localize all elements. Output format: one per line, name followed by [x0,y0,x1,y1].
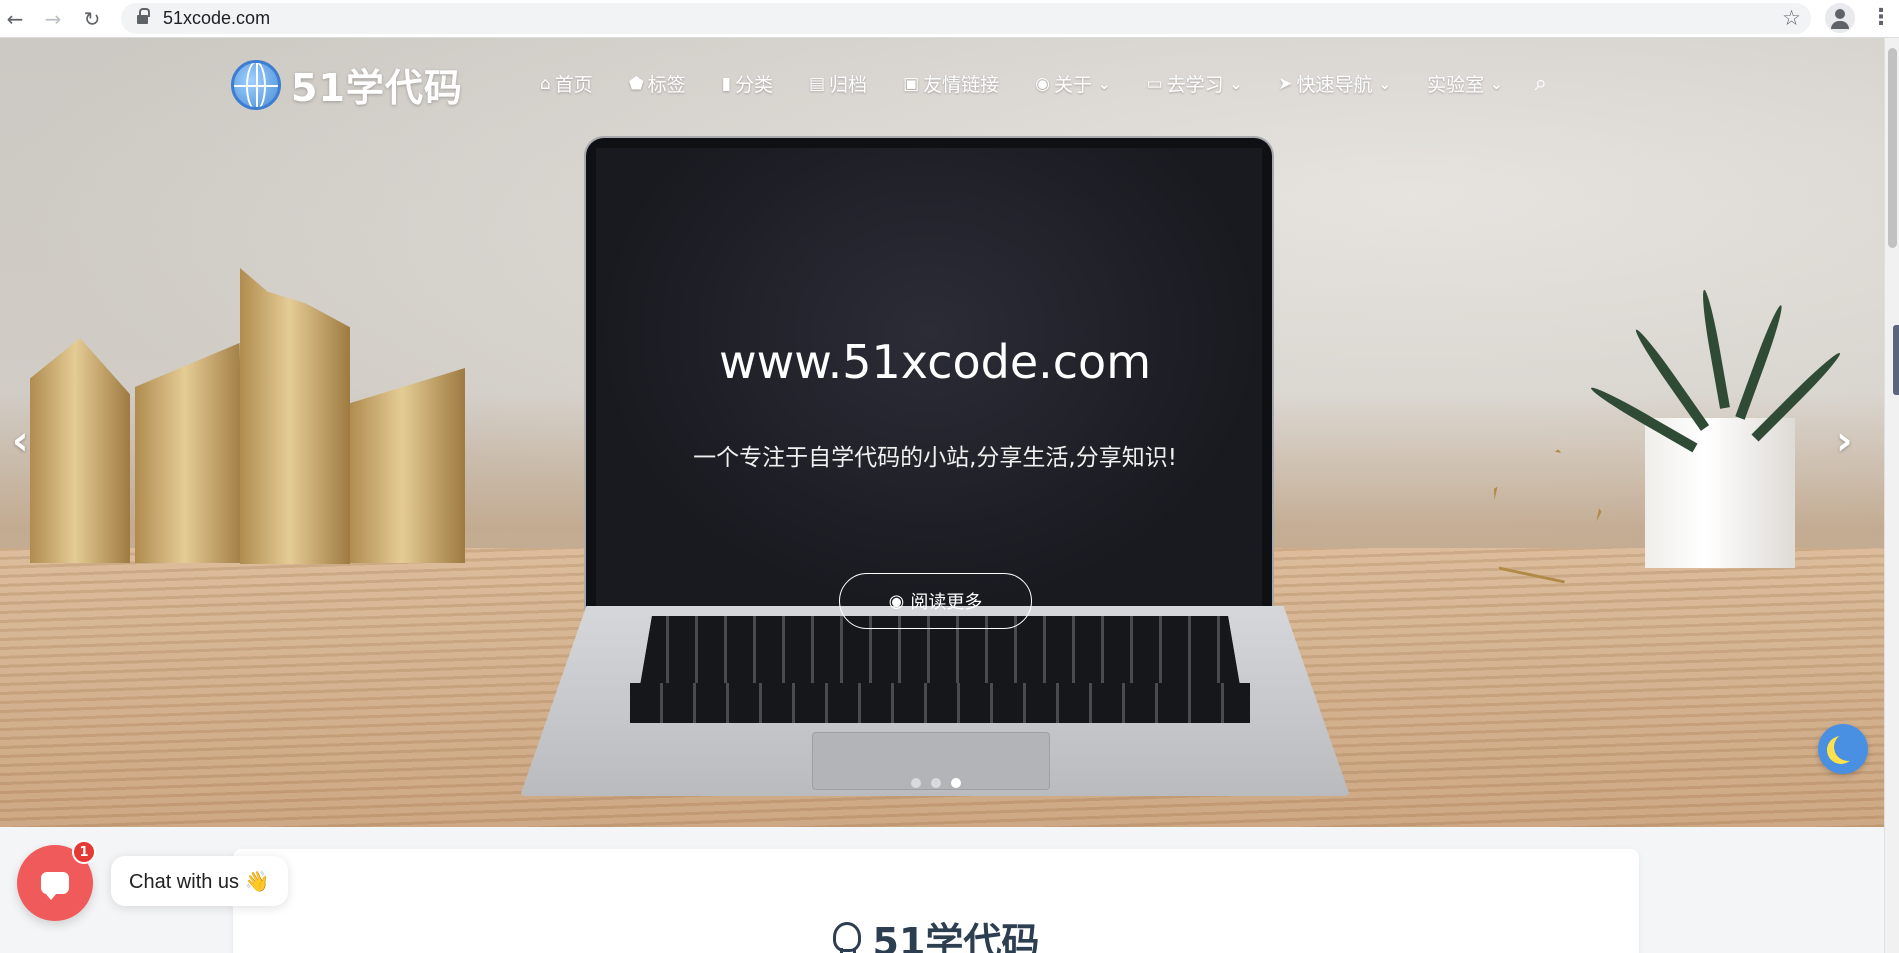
nav-item-about[interactable]: ◉ 关于 ⌄ [1035,70,1110,97]
nav-label: 标签 [647,74,686,96]
profile-body [1831,21,1849,29]
search-icon[interactable]: ⌕ [1535,71,1547,96]
nav-item-categories[interactable]: ▮ 分类 [722,70,773,97]
carousel-next-arrow-icon[interactable]: › [1836,418,1852,464]
carousel-dot[interactable] [931,778,941,788]
nav-item-home[interactable]: ⌂ 首页 [540,70,593,97]
location-arrow-icon: ➤ [1278,73,1293,94]
intro-card: 51学代码 [233,849,1639,953]
nav-label: 快速导航 [1296,74,1373,96]
chevron-down-icon: ⌄ [1490,74,1503,93]
logo-text: 51学代码 [291,66,463,110]
carousel-indicators [911,778,961,788]
carousel-dot[interactable] [911,778,921,788]
profile-avatar[interactable] [1825,3,1855,33]
bookmark-star-icon[interactable]: ☆ [1782,6,1801,30]
moon-icon [1834,733,1862,761]
eye-icon: ◉ [888,590,905,612]
dark-mode-toggle[interactable] [1818,724,1868,774]
nav-item-tags[interactable]: ⬟ 标签 [629,70,686,97]
chevron-down-icon: ⌄ [1098,74,1111,93]
side-drawer-tab[interactable] [1893,325,1899,395]
site-header: 51学代码 ⌂ 首页 ⬟ 标签 ▮ 分类 ▤ 归档 ▣ 友情链接 ◉ 关于 ⌄ ▭ 去学习 ⌄ ➤… [0,38,1884,118]
forward-button[interactable]: → [38,4,68,34]
chevron-down-icon: ⌄ [1378,74,1392,93]
read-more-button[interactable]: ◉ 阅读更多 [839,573,1032,629]
address-bar[interactable]: 51xcode.com ☆ [121,3,1811,34]
site-logo[interactable]: 51学代码 [231,57,463,112]
reload-icon: ↻ [83,7,101,31]
chat-greeting-bubble[interactable]: Chat with us 👋 [111,856,288,906]
nav-label: 首页 [554,74,593,96]
hero-subtitle: 一个专注于自学代码的小站,分享生活,分享知识! [693,445,1177,471]
contact-card-icon: ▣ [903,73,920,94]
bookmark-icon: ▮ [721,73,731,94]
forward-arrow-icon: → [44,7,62,31]
main-nav: ⌂ 首页 ⬟ 标签 ▮ 分类 ▤ 归档 ▣ 友情链接 ◉ 关于 ⌄ ▭ 去学习 ⌄ ➤ 快速导航 ⌄ … [540,70,1547,97]
page-scrollbar[interactable] [1884,38,1899,953]
back-arrow-icon: ← [6,7,24,31]
carousel-prev-arrow-icon[interactable]: ‹ [12,418,28,464]
reload-button[interactable]: ↻ [77,4,107,34]
nav-label: 关于 [1053,74,1092,96]
chevron-down-icon: ⌄ [1229,74,1243,93]
chat-bubble-icon [41,872,69,900]
nav-label: 去学习 [1166,74,1224,96]
globe-ring [246,62,266,107]
nav-item-archive[interactable]: ▤ 归档 [809,70,867,97]
tag-icon: ⬟ [628,73,644,94]
chat-unread-badge: 1 [72,840,96,864]
url-text[interactable]: 51xcode.com [163,8,270,29]
laptop-icon: ▭ [1146,73,1163,94]
archive-icon: ▤ [808,73,826,94]
home-icon: ⌂ [540,73,551,94]
browser-toolbar: ← → ↻ 51xcode.com ☆ ⋮ [0,0,1899,38]
nav-item-learn[interactable]: ▭ 去学习 ⌄ [1147,70,1243,97]
nav-label: 实验室 [1427,74,1485,96]
hero-title: www.51xcode.com [718,335,1151,389]
user-circle-icon: ◉ [1035,73,1050,94]
laptop-keyboard [630,683,1250,723]
browser-menu-icon[interactable]: ⋮ [1870,5,1892,30]
globe-logo-icon [231,59,281,110]
hero-carousel: 51学代码 ⌂ 首页 ⬟ 标签 ▮ 分类 ▤ 归档 ▣ 友情链接 ◉ 关于 ⌄ ▭ 去学习 ⌄ ➤… [0,38,1884,827]
carousel-dot-active[interactable] [951,778,961,788]
nav-item-friend-links[interactable]: ▣ 友情链接 [903,70,999,97]
card-title-text: 51学代码 [872,920,1040,953]
scrollbar-thumb[interactable] [1888,48,1897,248]
nav-label: 归档 [829,74,868,96]
nav-label: 友情链接 [923,74,1000,96]
read-more-label: 阅读更多 [910,592,983,613]
lightbulb-icon [832,921,861,953]
back-button[interactable]: ← [0,4,30,34]
nav-label: 分类 [734,74,773,96]
profile-head [1835,9,1845,19]
lock-icon [137,8,150,25]
nav-item-lab[interactable]: 实验室 ⌄ [1427,70,1503,97]
card-title: 51学代码 [233,911,1639,953]
nav-item-quick-nav[interactable]: ➤ 快速导航 ⌄ [1278,70,1391,97]
